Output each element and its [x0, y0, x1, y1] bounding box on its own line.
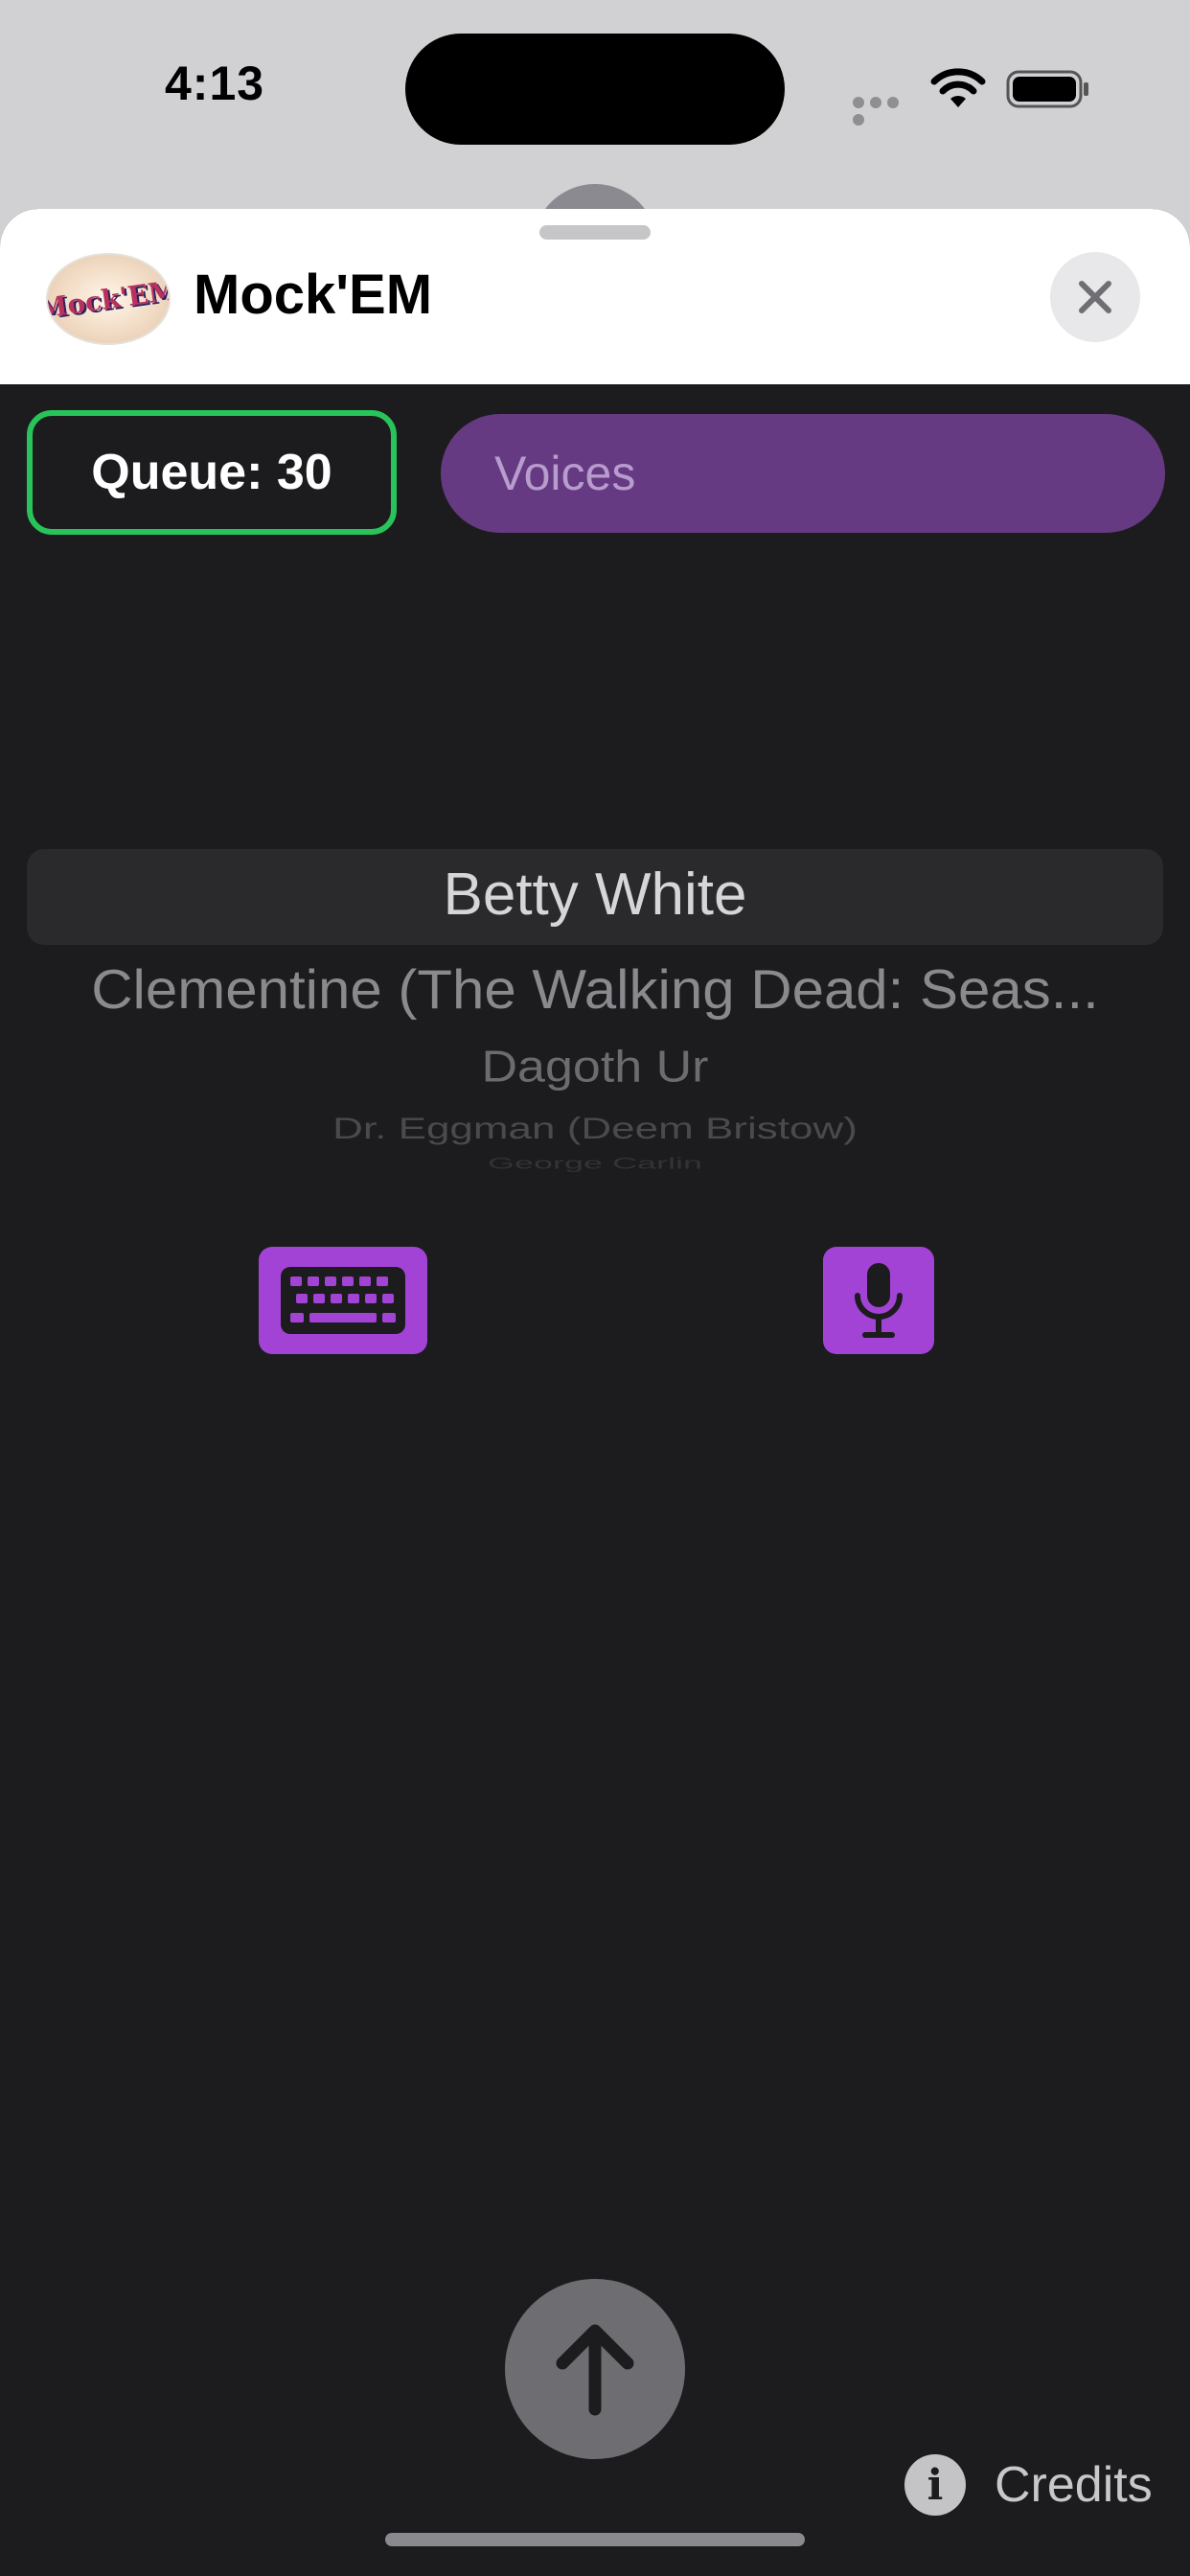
credits-label: Credits	[995, 2457, 1153, 2513]
screen: 4:13 Mock'EM Mock'EM Queue: 30 Voices Be…	[0, 0, 1190, 2576]
keyboard-icon	[281, 1267, 405, 1334]
voice-option[interactable]: Dagoth Ur	[29, 1041, 1161, 1092]
voice-sheet: Mock'EM Mock'EM Queue: 30 Voices Betty W…	[0, 209, 1190, 2576]
cellular-signal-icon	[853, 96, 916, 126]
battery-icon	[1006, 70, 1088, 108]
status-time: 4:13	[165, 57, 265, 110]
sheet-grabber[interactable]	[539, 225, 651, 240]
close-button[interactable]	[1050, 252, 1140, 342]
send-button[interactable]	[505, 2279, 685, 2459]
home-indicator[interactable]	[385, 2533, 805, 2546]
voice-option[interactable]: Dr. Eggman (Deem Bristow)	[29, 1112, 1161, 1146]
close-icon	[1079, 281, 1111, 313]
voice-option-selected[interactable]: Betty White	[29, 861, 1161, 929]
credits-button[interactable]: i Credits	[904, 2451, 1153, 2518]
microphone-input-button[interactable]	[823, 1247, 934, 1354]
microphone-icon	[855, 1263, 903, 1338]
arrow-up-icon	[556, 2324, 634, 2416]
voices-search-field[interactable]: Voices	[441, 414, 1165, 533]
dynamic-island	[405, 34, 785, 145]
app-logo-text: Mock'EM	[46, 273, 171, 325]
voice-option[interactable]: Clementine (The Walking Dead: Seas...	[29, 957, 1161, 1021]
queue-button[interactable]: Queue: 30	[27, 410, 397, 535]
app-title: Mock'EM	[194, 264, 433, 326]
keyboard-input-button[interactable]	[259, 1247, 427, 1354]
app-logo: Mock'EM	[46, 253, 171, 345]
sheet-header: Mock'EM Mock'EM	[0, 209, 1190, 384]
voice-option[interactable]: George Carlin	[29, 1155, 1161, 1173]
info-icon: i	[904, 2454, 966, 2516]
wifi-icon	[930, 68, 986, 107]
